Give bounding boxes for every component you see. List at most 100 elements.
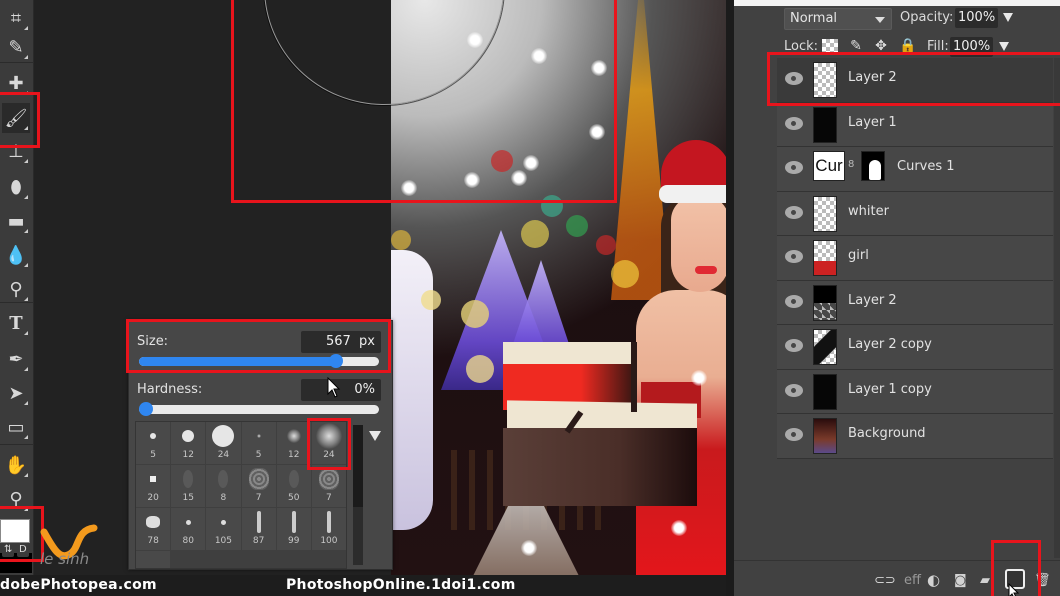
tool-hand[interactable]: ✋ bbox=[2, 450, 30, 480]
brush-tip-preview bbox=[150, 422, 157, 450]
size-field[interactable]: 567 px bbox=[301, 331, 381, 353]
tool-type[interactable]: T bbox=[2, 308, 30, 338]
panel-divider bbox=[726, 0, 734, 596]
lock-transparency-icon[interactable] bbox=[822, 39, 838, 53]
size-slider-knob[interactable] bbox=[328, 354, 343, 368]
layer-row[interactable]: Layer 2 bbox=[777, 58, 1053, 103]
tool-path-select[interactable]: ➤ bbox=[2, 378, 30, 408]
brush-preset[interactable]: 105 bbox=[206, 508, 241, 550]
path-select-icon: ➤ bbox=[8, 382, 24, 404]
layer-row[interactable]: girl bbox=[777, 236, 1053, 281]
brush-preset[interactable]: 99 bbox=[276, 508, 311, 550]
visibility-eye-icon[interactable] bbox=[785, 383, 803, 397]
brush-preset[interactable]: 7 bbox=[311, 465, 346, 507]
brush-preset[interactable]: 20 bbox=[136, 465, 171, 507]
tool-healing[interactable]: ✚ bbox=[2, 68, 30, 98]
brush-preset[interactable]: 100 bbox=[311, 508, 346, 550]
delete-layer-icon[interactable]: 🗑 bbox=[1034, 573, 1051, 588]
scrollbar-thumb[interactable] bbox=[353, 425, 363, 507]
brush-preset-menu-icon[interactable] bbox=[369, 431, 381, 441]
layer-row[interactable]: whiter bbox=[777, 191, 1053, 236]
brush-preset[interactable]: 50 bbox=[276, 465, 311, 507]
hardness-field[interactable]: 0% bbox=[301, 379, 381, 401]
hardness-slider[interactable] bbox=[139, 402, 379, 416]
fill-field[interactable]: 100% bbox=[950, 37, 994, 57]
snow-sparkle bbox=[523, 155, 539, 171]
new-folder-icon[interactable]: ▰ bbox=[980, 573, 990, 588]
layer-row[interactable]: 8 Cur Curves 1 bbox=[777, 147, 1053, 192]
brush-preset[interactable]: 12 bbox=[171, 422, 206, 464]
layer-row[interactable]: Layer 1 bbox=[777, 102, 1053, 147]
lock-pixels-icon[interactable]: ✎ bbox=[848, 38, 864, 54]
brush-preset[interactable]: 7 bbox=[241, 465, 276, 507]
brush-preset[interactable]: 15 bbox=[171, 465, 206, 507]
brush-preset[interactable] bbox=[136, 551, 171, 568]
visibility-eye-icon[interactable] bbox=[785, 339, 803, 352]
adjustment-layer-icon[interactable]: ◐ bbox=[927, 571, 940, 589]
tool-pen[interactable]: ✒ bbox=[2, 344, 30, 374]
tool-eyedropper[interactable]: ✎ bbox=[2, 32, 30, 62]
layers-scrollbar[interactable] bbox=[1054, 58, 1060, 558]
tool-gradient[interactable]: ▬ bbox=[2, 206, 30, 236]
visibility-eye-icon[interactable] bbox=[785, 294, 803, 308]
tool-crop[interactable]: ⌗ bbox=[2, 3, 30, 33]
layer-thumbnail bbox=[813, 62, 837, 98]
opacity-field[interactable]: 100% bbox=[955, 8, 999, 28]
tool-clone-stamp[interactable]: ⊥ bbox=[2, 136, 30, 166]
size-slider-fill bbox=[139, 357, 336, 366]
layers-panel: Normal Opacity: 100% Lock: ✎ ✥ 🔒 Fill: 1… bbox=[734, 0, 1060, 596]
layers-footer: ⊂⊃ eff ◐ ◙ ▰ 🗑 bbox=[734, 560, 1060, 596]
link-layers-icon[interactable]: ⊂⊃ bbox=[874, 573, 896, 588]
visibility-eye-icon[interactable] bbox=[785, 205, 803, 219]
brush-size-label: 100 bbox=[320, 536, 338, 546]
bokeh-light bbox=[596, 235, 616, 255]
tools-toolbar: ⇅ D ⌗ ✎ ✚ 🖌 ⊥ ⬮ ▬ 💧 ⚲ T ✒ ➤ ▭ ✋ ⚲ bbox=[0, 0, 34, 575]
brush-size-label: 7 bbox=[326, 493, 332, 503]
brush-preset[interactable]: 12 bbox=[276, 422, 311, 464]
visibility-eye-icon[interactable] bbox=[785, 72, 803, 85]
size-unit: px bbox=[359, 334, 375, 349]
layer-row[interactable]: Layer 1 copy bbox=[777, 369, 1053, 414]
layer-mask-thumbnail[interactable] bbox=[861, 151, 885, 181]
brush-preset[interactable]: 87 bbox=[241, 508, 276, 550]
brush-preset[interactable]: 5 bbox=[241, 422, 276, 464]
add-mask-icon[interactable]: ◙ bbox=[954, 573, 967, 588]
chain-link-icon[interactable]: 8 bbox=[848, 159, 854, 170]
brush-preset-scrollbar[interactable] bbox=[353, 425, 363, 565]
brush-preset[interactable]: 80 bbox=[171, 508, 206, 550]
visibility-eye-icon[interactable] bbox=[785, 161, 803, 174]
blend-mode-select[interactable]: Normal bbox=[784, 8, 892, 30]
layer-row[interactable]: Layer 2 copy bbox=[777, 325, 1053, 370]
brush-preset[interactable]: 78 bbox=[136, 508, 171, 550]
swap-colors-button[interactable]: ⇅ bbox=[2, 543, 15, 557]
visibility-eye-icon[interactable] bbox=[785, 116, 803, 130]
size-slider[interactable] bbox=[139, 354, 379, 368]
lock-position-icon[interactable]: ✥ bbox=[873, 38, 889, 54]
visibility-eye-icon[interactable] bbox=[785, 250, 803, 263]
tool-group-indicator bbox=[24, 331, 28, 335]
snow-sparkle bbox=[521, 540, 537, 556]
default-colors-button[interactable]: D bbox=[17, 543, 29, 557]
hardness-slider-knob[interactable] bbox=[139, 402, 153, 416]
brush-tip-preview bbox=[212, 422, 235, 450]
layer-row[interactable]: Layer 2 bbox=[777, 280, 1053, 325]
brush-preset[interactable]: 5 bbox=[136, 422, 171, 464]
brush-preset[interactable]: 24 bbox=[206, 422, 241, 464]
tool-eraser[interactable]: ⬮ bbox=[2, 172, 30, 202]
layer-row[interactable]: Background bbox=[777, 414, 1053, 459]
tool-shape[interactable]: ▭ bbox=[2, 412, 30, 442]
effects-button[interactable]: eff bbox=[904, 573, 921, 588]
tool-zoom[interactable]: ⚲ bbox=[2, 484, 30, 514]
lock-all-icon[interactable]: 🔒 bbox=[899, 38, 916, 54]
visibility-eye-icon[interactable] bbox=[785, 428, 803, 441]
pen-icon: ✒ bbox=[8, 348, 24, 370]
foreground-color-swatch[interactable] bbox=[0, 519, 30, 543]
fill-dropdown-icon[interactable] bbox=[999, 42, 1009, 51]
brush-preset[interactable]: 8 bbox=[206, 465, 241, 507]
brush-tip-icon bbox=[220, 519, 226, 525]
tool-dodge[interactable]: ⚲ bbox=[2, 274, 30, 304]
brush-preset[interactable]: 24 bbox=[311, 422, 346, 464]
opacity-dropdown-icon[interactable] bbox=[1003, 13, 1013, 22]
tool-brush[interactable]: 🖌 bbox=[2, 103, 30, 133]
tool-blur[interactable]: 💧 bbox=[2, 240, 30, 270]
